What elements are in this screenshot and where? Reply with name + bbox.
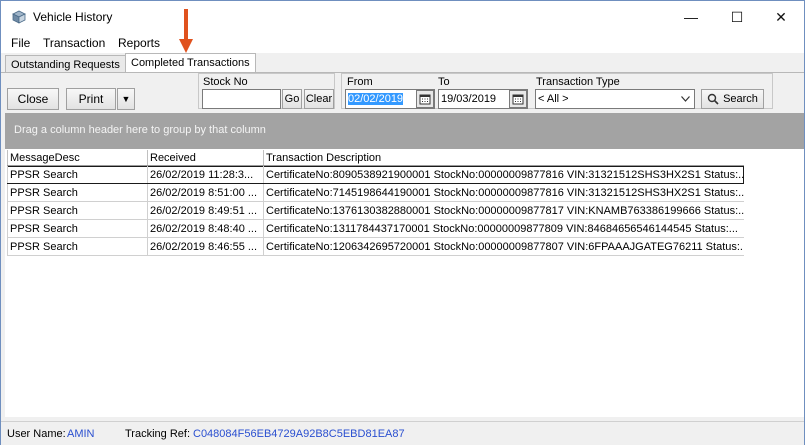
table-row[interactable]: PPSR Search 26/02/2019 8:46:55 ... Certi… — [7, 238, 744, 256]
table-row[interactable]: PPSR Search 26/02/2019 8:49:51 ... Certi… — [7, 202, 744, 220]
close-button[interactable]: Close — [7, 88, 59, 110]
stock-no-label: Stock No — [203, 76, 248, 88]
to-calendar-button[interactable] — [509, 90, 527, 108]
cell-transaction-description: CertificateNo:7145198644190001 StockNo:0… — [263, 184, 744, 201]
cell-transaction-description: CertificateNo:1206342695720001 StockNo:0… — [263, 238, 744, 255]
minimize-button[interactable]: — — [668, 1, 714, 33]
from-date-value: 02/02/2019 — [348, 93, 404, 105]
to-label: To — [438, 76, 450, 88]
menu-reports[interactable]: Reports — [118, 36, 160, 50]
cell-messagedesc: PPSR Search — [7, 202, 147, 219]
chevron-down-icon — [681, 96, 690, 102]
from-label: From — [347, 76, 373, 88]
window-title: Vehicle History — [33, 10, 113, 24]
table-row[interactable]: PPSR Search 26/02/2019 11:28:3... Certif… — [7, 166, 744, 184]
title-bar: Vehicle History — ☐ ✕ — [1, 1, 804, 33]
cell-received: 26/02/2019 8:48:40 ... — [147, 220, 263, 237]
vehicle-history-window: Vehicle History — ☐ ✕ File Transaction R… — [0, 0, 805, 445]
search-button-label: Search — [723, 93, 758, 105]
tab-strip: Outstanding Requests Completed Transacti… — [1, 53, 804, 73]
grid-header: MessageDesc Received Transaction Descrip… — [7, 150, 744, 166]
table-row[interactable]: PPSR Search 26/02/2019 8:48:40 ... Certi… — [7, 220, 744, 238]
tab-completed-transactions[interactable]: Completed Transactions — [125, 53, 256, 73]
tracking-ref-value: C048084F56EB4729A92B8C5EBD81EA87 — [193, 428, 405, 440]
transactions-grid: MessageDesc Received Transaction Descrip… — [7, 150, 744, 256]
tab-outstanding-requests[interactable]: Outstanding Requests — [5, 55, 126, 73]
cell-transaction-description: CertificateNo:1376130382880001 StockNo:0… — [263, 202, 744, 219]
clear-button[interactable]: Clear — [304, 89, 334, 109]
column-header-received[interactable]: Received — [147, 150, 263, 165]
app-icon — [12, 10, 26, 24]
menu-bar: File Transaction Reports — [1, 33, 804, 53]
column-header-transaction-description[interactable]: Transaction Description — [263, 150, 744, 165]
print-button[interactable]: Print — [66, 88, 116, 110]
annotation-arrow-icon — [179, 9, 193, 53]
from-calendar-button[interactable] — [416, 90, 434, 108]
cell-received: 26/02/2019 8:46:55 ... — [147, 238, 263, 255]
cell-transaction-description: CertificateNo:8090538921900001 StockNo:0… — [263, 166, 744, 183]
transaction-type-value: < All > — [538, 93, 569, 105]
go-button[interactable]: Go — [282, 89, 302, 109]
menu-file[interactable]: File — [11, 36, 30, 50]
user-name-value: AMIN — [67, 428, 95, 440]
tracking-ref-label: Tracking Ref: — [125, 428, 191, 440]
print-dropdown-button[interactable]: ▼ — [117, 88, 135, 110]
menu-transaction[interactable]: Transaction — [43, 36, 105, 50]
search-icon — [707, 93, 719, 105]
cell-transaction-description: CertificateNo:1311784437170001 StockNo:0… — [263, 220, 744, 237]
transaction-type-label: Transaction Type — [536, 76, 620, 88]
cell-received: 26/02/2019 8:49:51 ... — [147, 202, 263, 219]
column-header-messagedesc[interactable]: MessageDesc — [7, 150, 147, 165]
group-by-hint: Drag a column header here to group by th… — [14, 124, 266, 136]
stock-no-input[interactable] — [202, 89, 281, 109]
table-row[interactable]: PPSR Search 26/02/2019 8:51:00 ... Certi… — [7, 184, 744, 202]
toolbar: Close Print ▼ Stock No Go Clear From 02/… — [1, 73, 804, 111]
calendar-icon — [419, 94, 431, 105]
cell-messagedesc: PPSR Search — [7, 166, 147, 183]
cell-messagedesc: PPSR Search — [7, 238, 147, 255]
grid-area: MessageDesc Received Transaction Descrip… — [5, 149, 804, 417]
user-name-label: User Name: — [7, 428, 66, 440]
cell-received: 26/02/2019 11:28:3... — [147, 166, 263, 183]
group-by-panel[interactable]: Drag a column header here to group by th… — [5, 113, 804, 149]
cell-received: 26/02/2019 8:51:00 ... — [147, 184, 263, 201]
cell-messagedesc: PPSR Search — [7, 220, 147, 237]
status-bar: User Name: AMIN Tracking Ref: C048084F56… — [1, 421, 804, 445]
transaction-type-select[interactable]: < All > — [535, 89, 695, 109]
search-button[interactable]: Search — [701, 89, 764, 109]
maximize-button[interactable]: ☐ — [714, 1, 760, 33]
close-window-button[interactable]: ✕ — [758, 1, 804, 33]
calendar-icon — [512, 94, 524, 105]
cell-messagedesc: PPSR Search — [7, 184, 147, 201]
